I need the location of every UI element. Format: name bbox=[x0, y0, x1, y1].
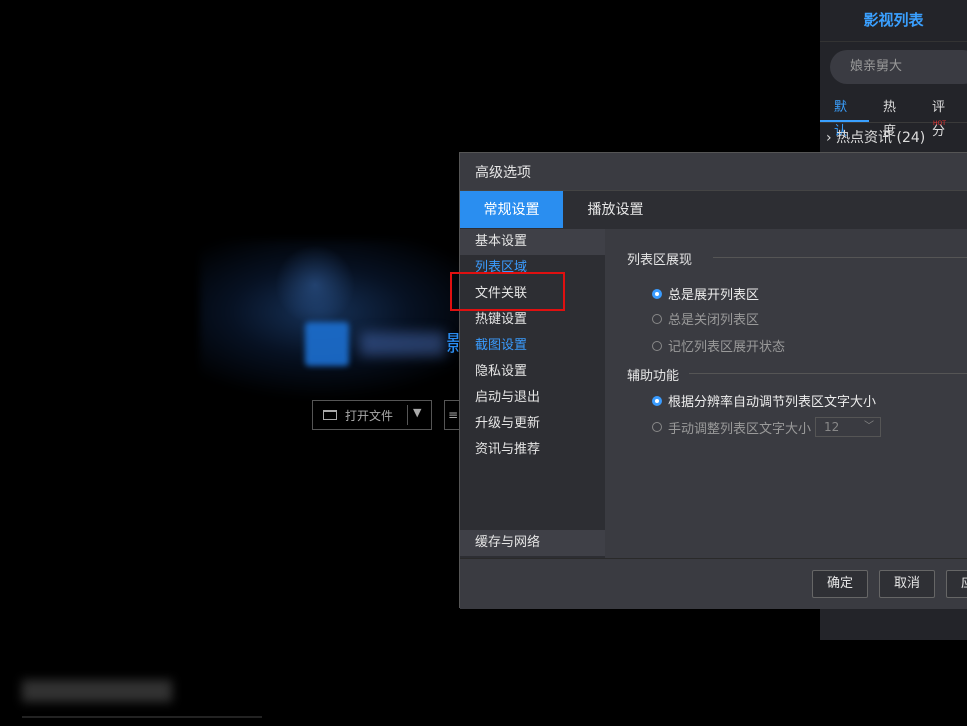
player-logo bbox=[305, 322, 349, 366]
option-label: 手动调整列表区文字大小 bbox=[668, 421, 812, 437]
radio-unchecked-icon bbox=[652, 313, 662, 324]
font-size-select[interactable]: 12 ﹀ bbox=[815, 417, 882, 437]
cancel-button[interactable]: 取消 bbox=[879, 570, 935, 598]
hot-badge: HOT bbox=[933, 120, 946, 127]
nav-startup-exit[interactable]: 启动与退出 bbox=[460, 385, 605, 411]
radio-unchecked-icon bbox=[652, 422, 662, 432]
option-label: 总是展开列表区 bbox=[668, 288, 760, 303]
divider bbox=[689, 373, 967, 374]
tab-hot[interactable]: 热度 bbox=[869, 96, 918, 139]
radio-auto-font-size[interactable]: 根据分辨率自动调节列表区文字大小 bbox=[652, 391, 876, 410]
background-glow bbox=[275, 245, 355, 325]
divider bbox=[713, 257, 967, 258]
annotation-highlight-box bbox=[450, 272, 565, 311]
category-item[interactable]: › 热点资讯 (24) bbox=[826, 127, 925, 147]
nav-basic[interactable]: 基本设置 bbox=[460, 229, 605, 255]
nav-cache-network[interactable]: 缓存与网络 bbox=[460, 530, 605, 556]
nav-privacy[interactable]: 隐私设置 bbox=[460, 359, 605, 385]
radio-unchecked-icon bbox=[652, 340, 662, 351]
side-tabs: 默认 热度 评分 bbox=[820, 96, 967, 139]
radio-manual-font-size[interactable]: 手动调整列表区文字大小 12 ﹀ bbox=[652, 417, 882, 437]
search-input[interactable]: 娘亲舅大 bbox=[830, 50, 967, 84]
tab-default[interactable]: 默认 bbox=[820, 96, 869, 139]
folder-icon bbox=[323, 410, 337, 420]
divider bbox=[407, 405, 408, 425]
player-logo-text bbox=[360, 332, 445, 356]
ok-button[interactable]: 确定 bbox=[812, 570, 868, 598]
radio-remember-state[interactable]: 记忆列表区展开状态 bbox=[652, 336, 785, 355]
nav-screenshot[interactable]: 截图设置 bbox=[460, 333, 605, 359]
option-label: 根据分辨率自动调节列表区文字大小 bbox=[668, 395, 877, 410]
category-label: 热点资讯 (24) bbox=[836, 130, 926, 146]
chevron-down-icon[interactable]: ▼ bbox=[413, 406, 421, 419]
tab-general[interactable]: 常规设置 bbox=[460, 191, 563, 229]
apply-button[interactable]: 应用 bbox=[946, 570, 967, 598]
side-panel-title: 影视列表 bbox=[820, 0, 967, 42]
radio-checked-icon bbox=[652, 288, 662, 299]
settings-content: 列表区展现 总是展开列表区 总是关闭列表区 记忆列表区展开状态 辅助功能 根据分… bbox=[605, 228, 967, 558]
background-blur bbox=[200, 240, 500, 400]
status-blur bbox=[22, 680, 172, 702]
open-file-button[interactable]: 打开文件 ▼ bbox=[312, 400, 432, 430]
advanced-options-dialog: 高级选项 常规设置 播放设置 基本设置 列表区域 文件关联 热键设置 截图设置 … bbox=[459, 152, 967, 609]
dialog-title: 高级选项 bbox=[475, 165, 531, 181]
radio-always-close[interactable]: 总是关闭列表区 bbox=[652, 309, 759, 328]
option-label: 总是关闭列表区 bbox=[668, 313, 760, 328]
nav-upgrade[interactable]: 升级与更新 bbox=[460, 411, 605, 437]
tab-rating[interactable]: 评分 bbox=[918, 96, 967, 139]
progress-track bbox=[22, 716, 262, 718]
font-size-value: 12 bbox=[824, 420, 840, 434]
option-label: 记忆列表区展开状态 bbox=[668, 340, 786, 355]
radio-checked-icon bbox=[652, 395, 662, 406]
dialog-tabs: 常规设置 播放设置 bbox=[460, 190, 967, 229]
nav-news[interactable]: 资讯与推荐 bbox=[460, 437, 605, 463]
radio-always-expand[interactable]: 总是展开列表区 bbox=[652, 284, 759, 303]
chevron-right-icon: › bbox=[826, 130, 832, 146]
dialog-footer: 确定 取消 应用 bbox=[460, 558, 967, 609]
tab-playback[interactable]: 播放设置 bbox=[563, 191, 668, 229]
section-title-accessibility: 辅助功能 bbox=[627, 369, 680, 384]
open-file-label: 打开文件 bbox=[345, 408, 394, 423]
chevron-down-icon: ﹀ bbox=[864, 421, 875, 432]
section-title-list-display: 列表区展现 bbox=[627, 253, 693, 268]
